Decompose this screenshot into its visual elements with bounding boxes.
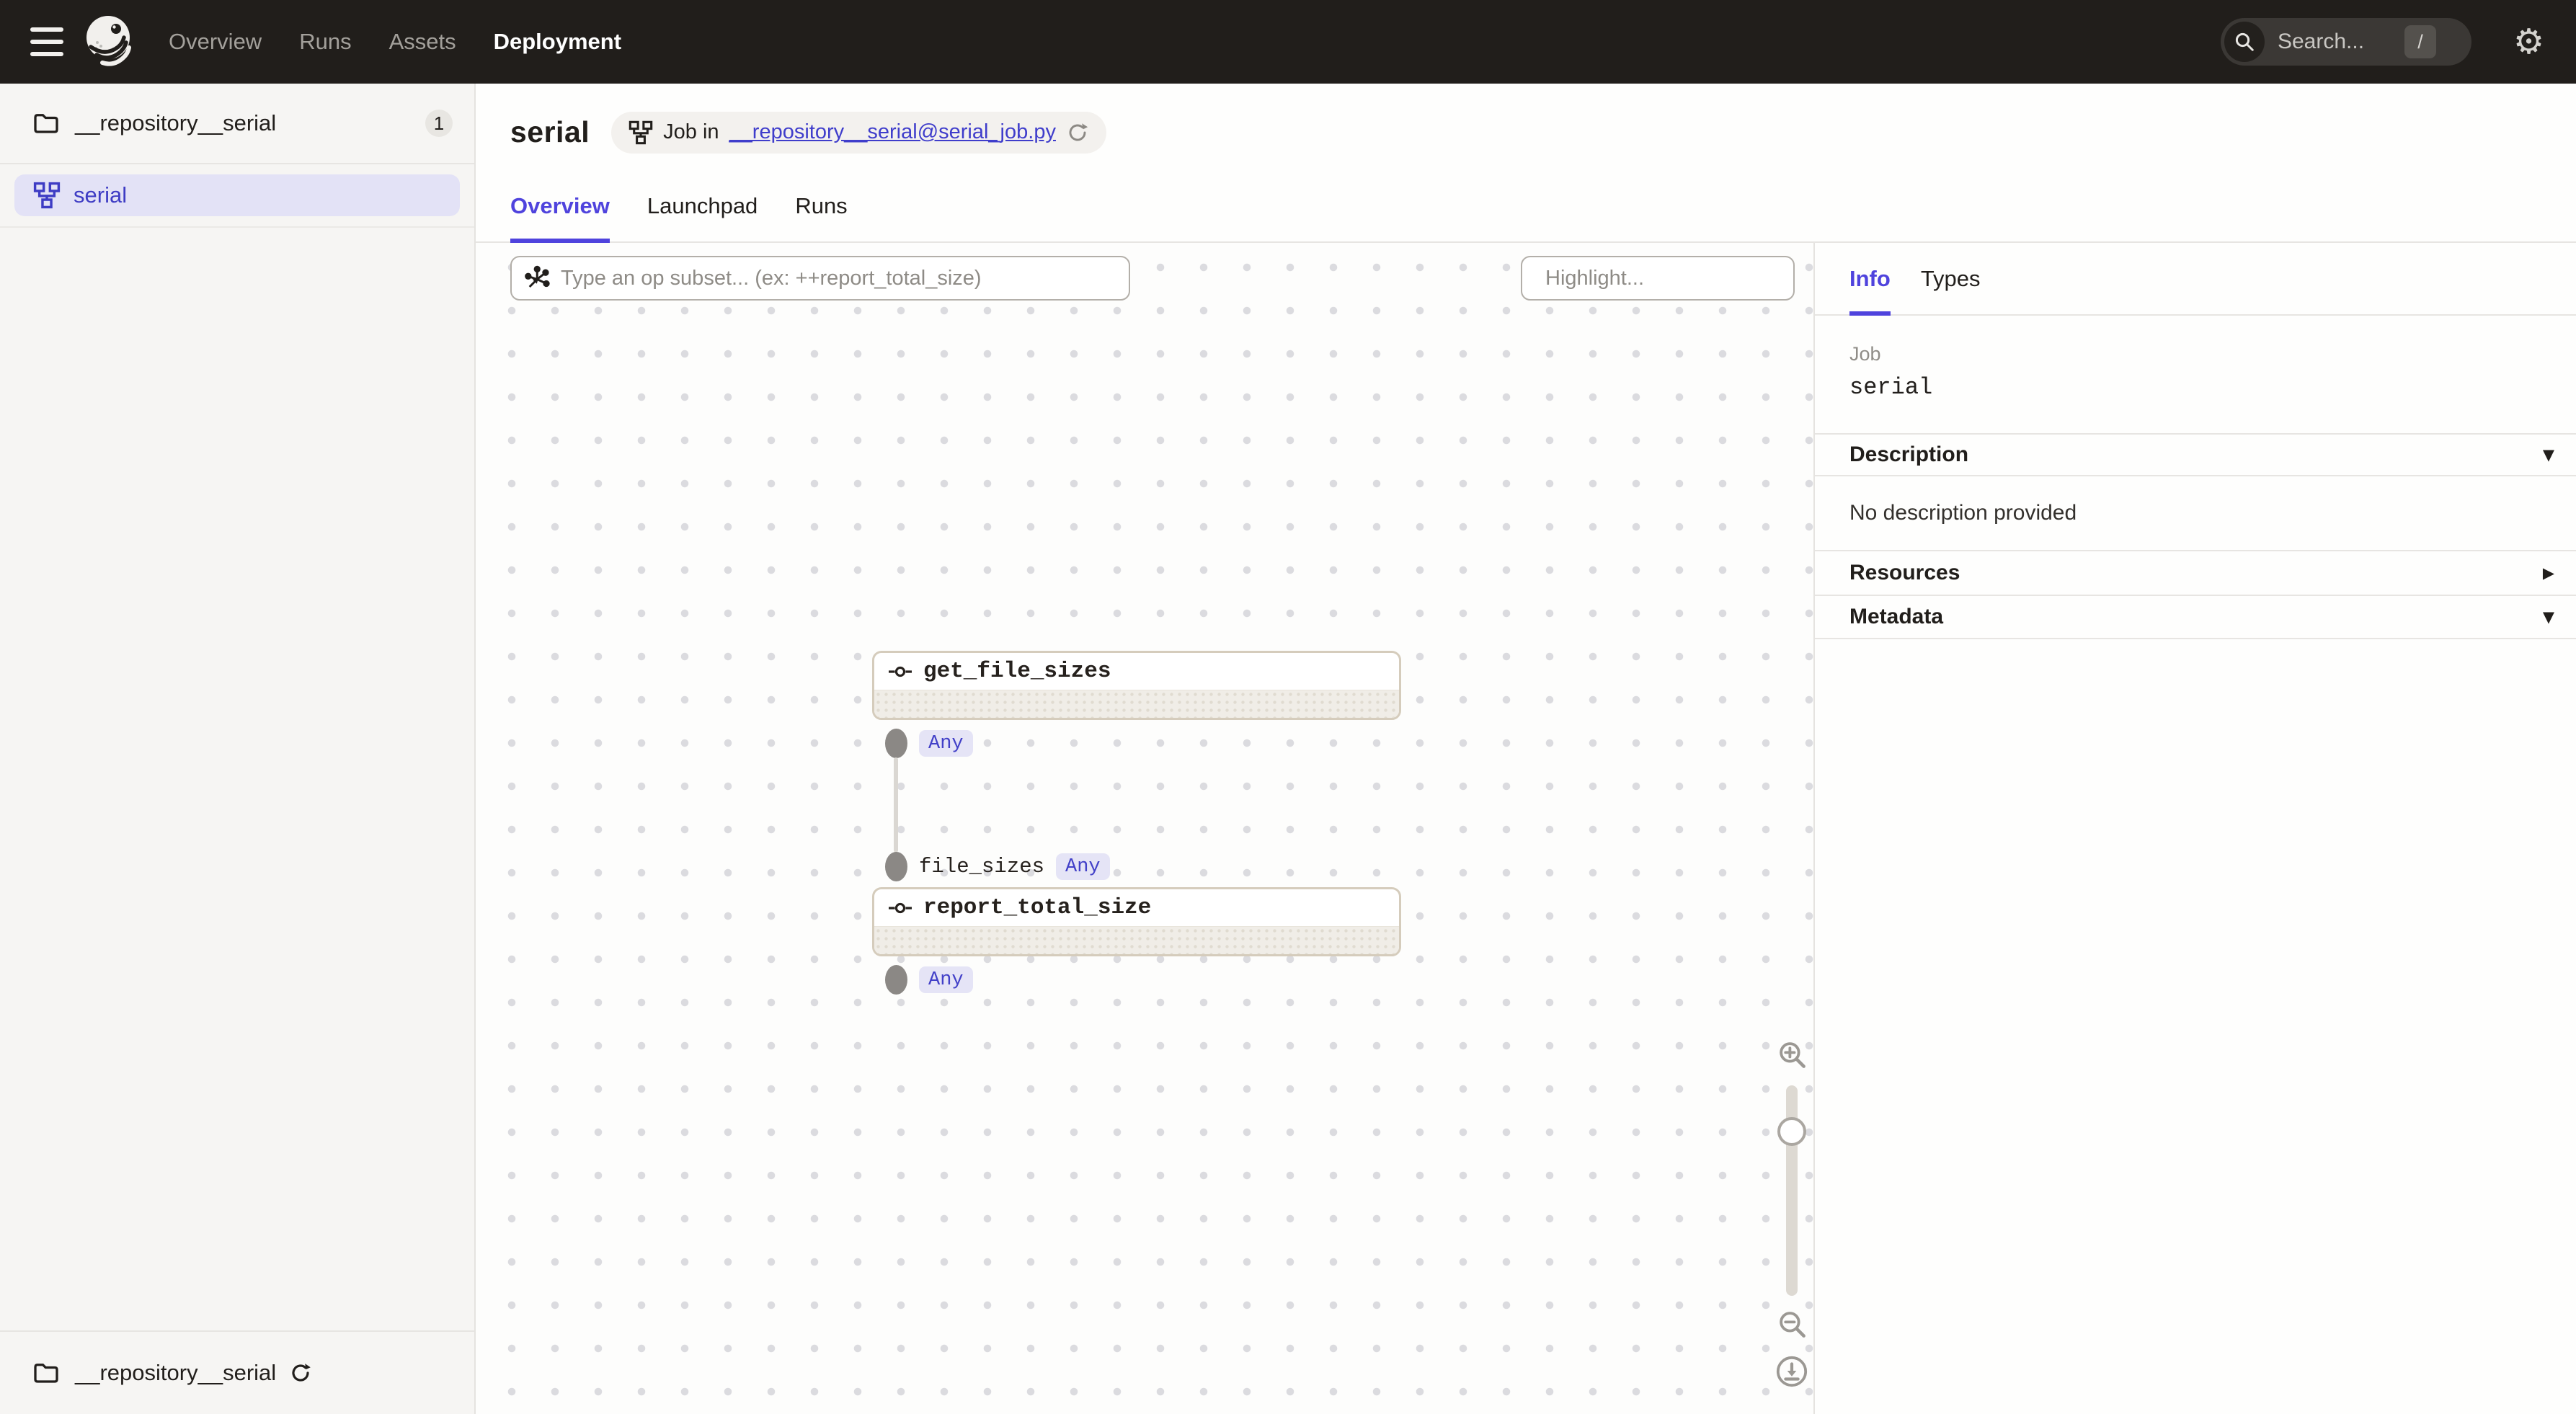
sidebar: __repository__serial 1 serial __reposito…	[0, 84, 476, 1414]
gear-icon[interactable]: ⚙	[2513, 25, 2544, 59]
input-port-name: file_sizes	[919, 855, 1044, 879]
details-panel-tabs: Info Types	[1815, 243, 2576, 316]
zoom-out-icon[interactable]	[1777, 1309, 1807, 1339]
search-shortcut-key: /	[2404, 25, 2436, 58]
op-io-icon	[889, 902, 912, 915]
dagster-app: Overview Runs Assets Deployment / ⚙ __re…	[0, 0, 2576, 1414]
caret-down-icon: ▼	[2543, 608, 2554, 626]
search-icon	[2224, 22, 2265, 62]
op-subset-selector[interactable]	[510, 256, 1130, 301]
section-title: Resources	[1849, 561, 1960, 585]
description-text: No description provided	[1849, 501, 2077, 525]
global-search[interactable]: /	[2221, 18, 2471, 66]
section-metadata-header[interactable]: Metadata ▼	[1815, 596, 2576, 639]
job-tabs: Overview Launchpad Runs	[476, 171, 2576, 243]
details-panel: Info Types Job serial Description ▼ No d…	[1813, 243, 2576, 1414]
repository-name: __repository__serial	[75, 110, 425, 136]
zoom-slider-track[interactable]	[1786, 1085, 1798, 1296]
nav-assets[interactable]: Assets	[389, 29, 456, 55]
op-selector-icon	[525, 265, 551, 291]
input-port-row: file_sizes Any	[885, 852, 1110, 881]
repository-file-link[interactable]: __repository__serial@serial_job.py	[729, 120, 1056, 144]
highlight-input[interactable]	[1545, 267, 1817, 290]
tab-launchpad[interactable]: Launchpad	[647, 171, 758, 241]
op-node-get-file-sizes[interactable]: get_file_sizes	[872, 651, 1401, 720]
tab-info[interactable]: Info	[1849, 243, 1891, 314]
job-header: serial Job in __repository__serial@seria…	[476, 84, 2576, 171]
op-io-icon	[889, 665, 912, 678]
job-context-pill: Job in __repository__serial@serial_job.p…	[611, 112, 1106, 154]
tab-overview[interactable]: Overview	[510, 171, 610, 241]
sidebar-item-serial-job[interactable]: serial	[14, 174, 460, 216]
section-title: Metadata	[1849, 605, 1943, 629]
search-input[interactable]	[2278, 30, 2400, 54]
nav-overview[interactable]: Overview	[169, 29, 262, 55]
job-field-value: serial	[1849, 374, 2541, 401]
job-graph-icon	[629, 120, 653, 145]
op-node-report-total-size[interactable]: report_total_size	[872, 887, 1401, 956]
caret-down-icon: ▼	[2543, 446, 2554, 463]
dagster-logo-icon[interactable]	[81, 12, 138, 72]
sidebar-footer: __repository__serial	[0, 1330, 474, 1414]
type-badge[interactable]: Any	[1056, 853, 1110, 880]
nav-runs[interactable]: Runs	[299, 29, 351, 55]
tab-types[interactable]: Types	[1921, 243, 1981, 314]
highlight-search[interactable]	[1521, 256, 1795, 301]
reload-icon[interactable]	[1066, 121, 1089, 144]
output-port-icon	[885, 729, 907, 758]
section-description-body: No description provided	[1815, 476, 2576, 551]
edge-connector	[894, 757, 898, 853]
job-graph-icon	[33, 182, 61, 209]
op-node-config-strip	[874, 927, 1399, 956]
page-title: serial	[510, 115, 590, 149]
job-context-prefix: Job in	[663, 120, 719, 144]
download-view-icon[interactable]	[1775, 1355, 1808, 1388]
zoom-controls	[1766, 1039, 1818, 1388]
nav-deployment[interactable]: Deployment	[494, 29, 621, 55]
op-graph-canvas[interactable]: get_file_sizes Any file_sizes Any report…	[476, 243, 1813, 1414]
top-nav-links: Overview Runs Assets Deployment	[169, 29, 621, 55]
section-description-header[interactable]: Description ▼	[1815, 435, 2576, 476]
repository-job-count: 1	[425, 110, 453, 137]
folder-icon	[33, 112, 59, 135]
sidebar-repository-header[interactable]: __repository__serial 1	[0, 84, 474, 164]
hamburger-menu-icon[interactable]	[30, 27, 63, 56]
zoom-slider-knob[interactable]	[1777, 1117, 1806, 1146]
folder-icon	[33, 1361, 59, 1384]
job-field-label: Job	[1849, 343, 2541, 365]
op-subset-input[interactable]	[561, 267, 1116, 290]
op-name: report_total_size	[923, 895, 1151, 920]
caret-right-icon: ▶	[2543, 564, 2554, 582]
tab-runs[interactable]: Runs	[795, 171, 847, 241]
job-info-block: Job serial	[1815, 316, 2576, 435]
top-navigation-bar: Overview Runs Assets Deployment / ⚙	[0, 0, 2576, 84]
output-port-row: Any	[885, 729, 973, 758]
footer-repository-name: __repository__serial	[75, 1360, 276, 1386]
zoom-in-icon[interactable]	[1777, 1039, 1807, 1070]
sidebar-item-label: serial	[74, 182, 127, 208]
op-node-config-strip	[874, 690, 1399, 720]
output-port-icon	[885, 965, 907, 995]
type-badge[interactable]: Any	[919, 730, 973, 757]
type-badge[interactable]: Any	[919, 966, 973, 993]
section-resources-header[interactable]: Resources ▶	[1815, 551, 2576, 596]
reload-repository-icon[interactable]	[289, 1361, 312, 1384]
input-port-icon	[885, 852, 907, 881]
op-name: get_file_sizes	[923, 659, 1111, 684]
output-port-row: Any	[885, 965, 973, 995]
section-title: Description	[1849, 443, 1968, 467]
